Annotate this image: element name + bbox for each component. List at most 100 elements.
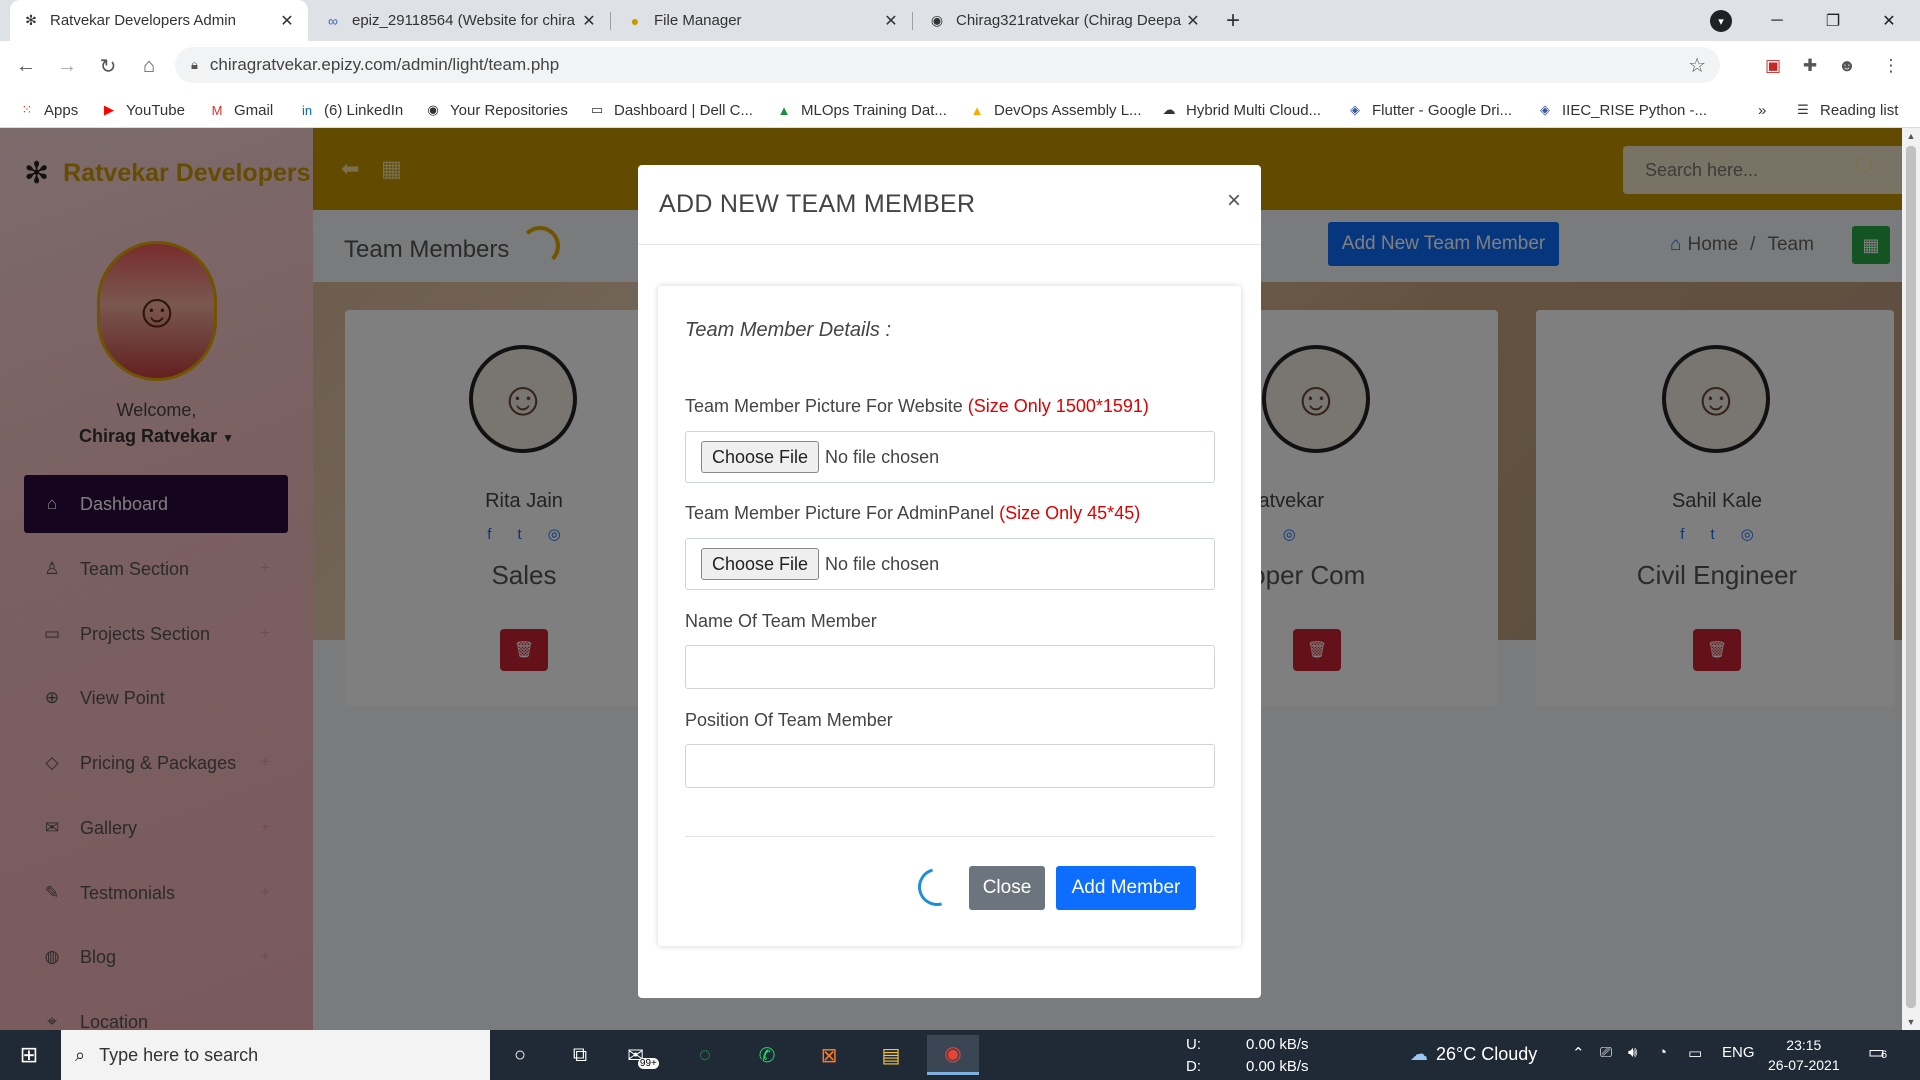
bookmark-devops[interactable]: ▲ DevOps Assembly L... [968,99,1142,121]
volume-icon[interactable]: 🔊︎ [1628,1044,1637,1061]
close-icon[interactable]: ✕ [882,11,900,31]
close-icon[interactable]: ✕ [278,11,296,31]
window-close-icon[interactable]: ✕ [1862,0,1916,41]
bookmark-flutter[interactable]: ◈ Flutter - Google Dri... [1346,99,1512,121]
net-upload-value: 0.00 kB/s [1246,1036,1309,1053]
bookmark-apps[interactable]: ⁙ Apps [18,99,79,121]
tab-separator [912,12,913,30]
xampp-icon[interactable]: ⊠ [803,1035,855,1075]
forward-icon[interactable]: → [51,50,83,82]
new-tab-button[interactable]: + [1218,6,1248,36]
bookmark-label: Apps [44,101,79,119]
system-clock[interactable]: 23:15 26-07-2021 [1768,1035,1840,1075]
clock-time: 23:15 [1786,1037,1822,1053]
home-icon[interactable]: ⌂ [133,50,165,82]
bookmark-mlops[interactable]: ▲ MLOps Training Dat... [775,99,947,121]
restore-icon[interactable]: ❐ [1806,0,1860,41]
bookmark-dell[interactable]: ▭ Dashboard | Dell C... [588,99,753,121]
mail-app-icon[interactable]: ✉ 99+ [617,1035,669,1075]
close-button[interactable]: Close [969,866,1045,910]
scroll-down-icon[interactable]: ▼ [1902,1014,1920,1030]
refresh-app-icon[interactable]: ◌ [679,1035,731,1075]
clock-date: 26-07-2021 [1768,1057,1840,1073]
bookmark-youtube[interactable]: ▶ YouTube [100,99,185,121]
add-team-member-modal: ADD NEW TEAM MEMBER × Team Member Detail… [638,165,1261,998]
file-manager-icon: ● [630,12,640,29]
reading-list-button[interactable]: ☰ Reading list [1794,99,1898,121]
language-indicator[interactable]: ENG [1722,1044,1755,1061]
notifications-icon[interactable]: ▭6 [1868,1042,1887,1063]
chevron-up-icon[interactable]: ⌃ [1572,1044,1585,1062]
bookmark-repositories[interactable]: ◉ Your Repositories [424,99,568,121]
choose-file-button[interactable]: Choose File [701,441,820,473]
member-name-label: Name Of Team Member [685,611,877,631]
task-view-icon[interactable]: ⧉ [554,1035,606,1075]
close-icon[interactable]: ✕ [1184,11,1202,31]
bookmark-label: Your Repositories [450,101,568,119]
loading-spinner [911,861,963,913]
bookmark-iiec-python[interactable]: ◈ IIEC_RISE Python -... [1536,99,1707,121]
close-icon[interactable]: ✕ [580,11,598,31]
cortana-icon[interactable]: ○ [494,1035,546,1075]
reload-icon[interactable]: ↻ [92,50,124,82]
bookmarks-bar: ⁙ Apps ▶ YouTube M Gmail in (6) LinkedIn ◉ Yo… [0,91,1920,128]
menu-kebab-icon[interactable]: ⋮ [1878,53,1904,79]
choose-file-button[interactable]: Choose File [701,548,820,580]
bookmark-star-icon[interactable]: ☆ [1688,53,1706,78]
website-picture-label-text: Team Member Picture For Website [685,396,963,416]
weather-text: 26°C Cloudy [1436,1044,1538,1064]
tab-file-manager[interactable]: ● File Manager ✕ [614,0,912,41]
infinity-icon: ∞ [328,12,338,29]
website-picture-file-input[interactable]: Choose File No file chosen [685,431,1215,483]
profile-avatar-icon[interactable]: ☻ [1834,53,1860,79]
close-icon[interactable]: × [1227,187,1241,215]
bookmark-label: Flutter - Google Dri... [1372,101,1513,119]
admin-picture-file-input[interactable]: Choose File No file chosen [685,538,1215,590]
tab-github[interactable]: ◉ Chirag321ratvekar (Chirag Deepa ✕ [916,0,1214,41]
page-scrollbar[interactable]: ▲ ▼ [1902,128,1920,1030]
github-icon: ◉ [930,12,944,28]
bookmark-hybrid-cloud[interactable]: ☁ Hybrid Multi Cloud... [1160,99,1322,121]
minimize-icon[interactable]: ─ [1750,0,1804,41]
tab-epiz[interactable]: ∞ epiz_29118564 (Website for chira ✕ [312,0,610,41]
scroll-up-icon[interactable]: ▲ [1902,128,1920,144]
pocket-extension-icon[interactable]: ▣ [1760,53,1786,79]
windows-start-icon[interactable]: ⊞ [0,1030,58,1080]
back-icon[interactable]: ← [10,50,42,82]
add-member-button[interactable]: Add Member [1056,866,1196,910]
tab-title: File Manager [654,12,742,29]
taskbar-search-input[interactable]: ⌕ Type here to search [61,1030,490,1080]
file-explorer-icon[interactable]: ▤ [865,1035,917,1075]
browser-toolbar: ← → ↻ ⌂ 🔒︎ chiragratvekar.epizy.com/admi… [0,41,1920,91]
file-status: No file chosen [825,446,940,467]
meet-now-icon[interactable]: ⎚ [1600,1044,1612,1061]
bookmark-linkedin[interactable]: in (6) LinkedIn [298,99,403,121]
whatsapp-icon[interactable]: ✆ [741,1035,793,1075]
cloud-icon: ☁ [1410,1044,1428,1064]
python-icon: ◈ [1540,102,1550,117]
windows-taskbar: ⊞ ⌕ Type here to search ○ ⧉ ✉ 99+ ◌ ✆ ⊠ ▤… [0,1030,1920,1080]
bookmark-label: DevOps Assembly L... [994,101,1142,119]
more-bookmarks-button[interactable]: » [1758,99,1766,121]
weather-widget[interactable]: ☁ 26°C Cloudy [1410,1044,1537,1065]
scrollbar-thumb[interactable] [1906,146,1916,1008]
tab-search-icon[interactable]: ▾ [1710,10,1732,32]
net-upload-label: U: [1186,1036,1201,1053]
bookmark-gmail[interactable]: M Gmail [208,99,274,121]
member-name-input[interactable] [685,645,1215,689]
battery-icon[interactable]: ▭ [1688,1044,1702,1062]
bookmark-label: Dashboard | Dell C... [614,101,753,119]
taskbar-search-placeholder: Type here to search [99,1044,259,1065]
address-bar[interactable]: 🔒︎ chiragratvekar.epizy.com/admin/light/… [175,47,1720,83]
wifi-icon[interactable]: ◔ [1658,1044,1667,1061]
tab-separator [610,12,611,30]
extensions-puzzle-icon[interactable]: ✚ [1797,53,1823,79]
chrome-icon[interactable]: ◉ [927,1035,979,1075]
tab-ratvekar-admin[interactable]: ✻ Ratvekar Developers Admin ✕ [10,0,308,41]
notification-count: 6 [1881,1049,1888,1061]
team-member-form: Team Member Details : Team Member Pictur… [658,286,1241,946]
member-position-input[interactable] [685,744,1215,788]
linkedin-icon: in [301,102,313,118]
github-icon: ◉ [427,102,439,117]
tab-title: Chirag321ratvekar (Chirag Deepa [956,12,1182,29]
